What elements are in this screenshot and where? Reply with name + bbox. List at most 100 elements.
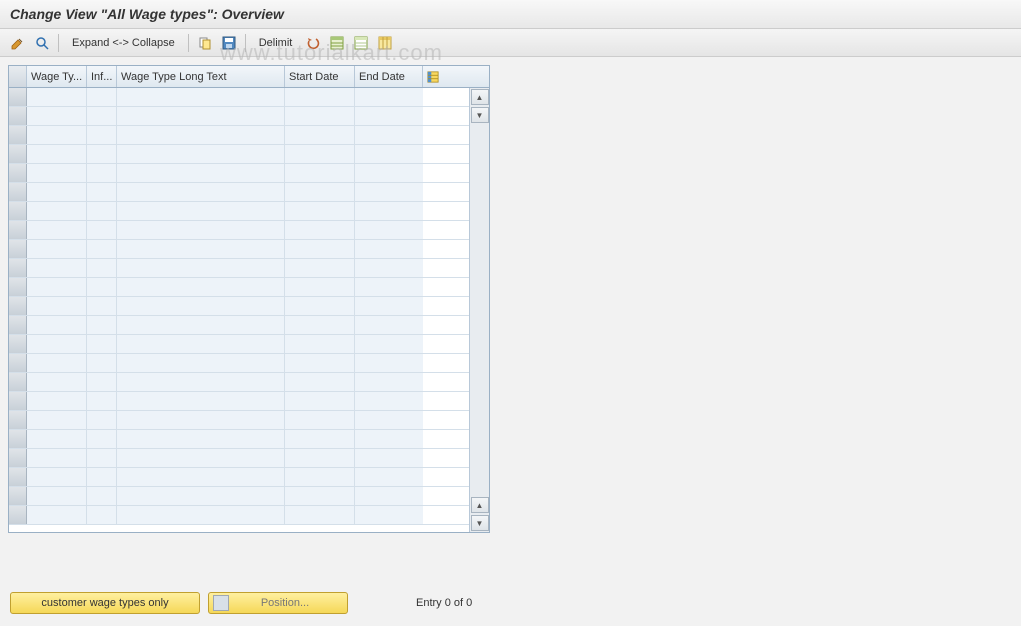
table-row[interactable] bbox=[9, 506, 469, 525]
cell-start-date[interactable] bbox=[285, 354, 355, 372]
row-selector[interactable] bbox=[9, 221, 27, 239]
cell-long-text[interactable] bbox=[117, 373, 285, 391]
row-selector[interactable] bbox=[9, 392, 27, 410]
select-all-button[interactable] bbox=[327, 33, 347, 53]
cell-infotype[interactable] bbox=[87, 240, 117, 258]
cell-wage-type[interactable] bbox=[27, 145, 87, 163]
cell-long-text[interactable] bbox=[117, 411, 285, 429]
cell-start-date[interactable] bbox=[285, 430, 355, 448]
cell-long-text[interactable] bbox=[117, 316, 285, 334]
cell-infotype[interactable] bbox=[87, 449, 117, 467]
cell-start-date[interactable] bbox=[285, 392, 355, 410]
cell-end-date[interactable] bbox=[355, 259, 423, 277]
cell-end-date[interactable] bbox=[355, 468, 423, 486]
save-button[interactable] bbox=[219, 33, 239, 53]
cell-start-date[interactable] bbox=[285, 126, 355, 144]
expand-collapse-button[interactable]: Expand <-> Collapse bbox=[65, 34, 182, 52]
table-row[interactable] bbox=[9, 240, 469, 259]
scroll-down-button[interactable]: ▼ bbox=[471, 107, 489, 123]
cell-wage-type[interactable] bbox=[27, 88, 87, 106]
vertical-scrollbar[interactable]: ▲ ▼ ▲ ▼ bbox=[469, 88, 489, 532]
table-row[interactable] bbox=[9, 354, 469, 373]
cell-infotype[interactable] bbox=[87, 88, 117, 106]
table-row[interactable] bbox=[9, 411, 469, 430]
cell-long-text[interactable] bbox=[117, 107, 285, 125]
cell-wage-type[interactable] bbox=[27, 202, 87, 220]
cell-infotype[interactable] bbox=[87, 354, 117, 372]
cell-wage-type[interactable] bbox=[27, 107, 87, 125]
row-selector[interactable] bbox=[9, 145, 27, 163]
cell-wage-type[interactable] bbox=[27, 335, 87, 353]
cell-end-date[interactable] bbox=[355, 506, 423, 524]
delimit-button[interactable]: Delimit bbox=[252, 34, 300, 52]
cell-wage-type[interactable] bbox=[27, 221, 87, 239]
table-row[interactable] bbox=[9, 202, 469, 221]
cell-end-date[interactable] bbox=[355, 316, 423, 334]
column-config-button[interactable] bbox=[423, 66, 443, 87]
table-row[interactable] bbox=[9, 278, 469, 297]
cell-infotype[interactable] bbox=[87, 335, 117, 353]
cell-start-date[interactable] bbox=[285, 335, 355, 353]
cell-infotype[interactable] bbox=[87, 126, 117, 144]
cell-wage-type[interactable] bbox=[27, 259, 87, 277]
cell-end-date[interactable] bbox=[355, 278, 423, 296]
cell-long-text[interactable] bbox=[117, 430, 285, 448]
cell-infotype[interactable] bbox=[87, 430, 117, 448]
cell-start-date[interactable] bbox=[285, 278, 355, 296]
cell-wage-type[interactable] bbox=[27, 183, 87, 201]
cell-long-text[interactable] bbox=[117, 221, 285, 239]
cell-long-text[interactable] bbox=[117, 145, 285, 163]
cell-long-text[interactable] bbox=[117, 335, 285, 353]
cell-wage-type[interactable] bbox=[27, 354, 87, 372]
cell-long-text[interactable] bbox=[117, 297, 285, 315]
table-row[interactable] bbox=[9, 335, 469, 354]
cell-wage-type[interactable] bbox=[27, 278, 87, 296]
row-selector[interactable] bbox=[9, 202, 27, 220]
cell-wage-type[interactable] bbox=[27, 240, 87, 258]
row-selector[interactable] bbox=[9, 487, 27, 505]
cell-infotype[interactable] bbox=[87, 221, 117, 239]
cell-end-date[interactable] bbox=[355, 240, 423, 258]
scroll-down-bottom-button[interactable]: ▼ bbox=[471, 515, 489, 531]
cell-end-date[interactable] bbox=[355, 107, 423, 125]
cell-start-date[interactable] bbox=[285, 373, 355, 391]
cell-start-date[interactable] bbox=[285, 506, 355, 524]
column-header-infotype[interactable]: Inf... bbox=[87, 66, 117, 87]
cell-start-date[interactable] bbox=[285, 221, 355, 239]
cell-long-text[interactable] bbox=[117, 164, 285, 182]
cell-infotype[interactable] bbox=[87, 145, 117, 163]
cell-long-text[interactable] bbox=[117, 354, 285, 372]
cell-wage-type[interactable] bbox=[27, 430, 87, 448]
cell-infotype[interactable] bbox=[87, 316, 117, 334]
deselect-all-button[interactable] bbox=[351, 33, 371, 53]
cell-long-text[interactable] bbox=[117, 126, 285, 144]
table-row[interactable] bbox=[9, 145, 469, 164]
cell-start-date[interactable] bbox=[285, 202, 355, 220]
cell-end-date[interactable] bbox=[355, 354, 423, 372]
column-header-selector[interactable] bbox=[9, 66, 27, 87]
cell-start-date[interactable] bbox=[285, 487, 355, 505]
cell-infotype[interactable] bbox=[87, 411, 117, 429]
row-selector[interactable] bbox=[9, 449, 27, 467]
cell-infotype[interactable] bbox=[87, 107, 117, 125]
column-header-end-date[interactable]: End Date bbox=[355, 66, 423, 87]
table-row[interactable] bbox=[9, 316, 469, 335]
cell-end-date[interactable] bbox=[355, 449, 423, 467]
row-selector[interactable] bbox=[9, 468, 27, 486]
cell-start-date[interactable] bbox=[285, 164, 355, 182]
row-selector[interactable] bbox=[9, 88, 27, 106]
cell-long-text[interactable] bbox=[117, 392, 285, 410]
table-row[interactable] bbox=[9, 392, 469, 411]
cell-end-date[interactable] bbox=[355, 145, 423, 163]
table-row[interactable] bbox=[9, 449, 469, 468]
cell-wage-type[interactable] bbox=[27, 316, 87, 334]
row-selector[interactable] bbox=[9, 126, 27, 144]
table-row[interactable] bbox=[9, 430, 469, 449]
cell-infotype[interactable] bbox=[87, 259, 117, 277]
row-selector[interactable] bbox=[9, 297, 27, 315]
cell-end-date[interactable] bbox=[355, 221, 423, 239]
other-view-button[interactable] bbox=[32, 33, 52, 53]
row-selector[interactable] bbox=[9, 430, 27, 448]
cell-end-date[interactable] bbox=[355, 373, 423, 391]
cell-long-text[interactable] bbox=[117, 259, 285, 277]
